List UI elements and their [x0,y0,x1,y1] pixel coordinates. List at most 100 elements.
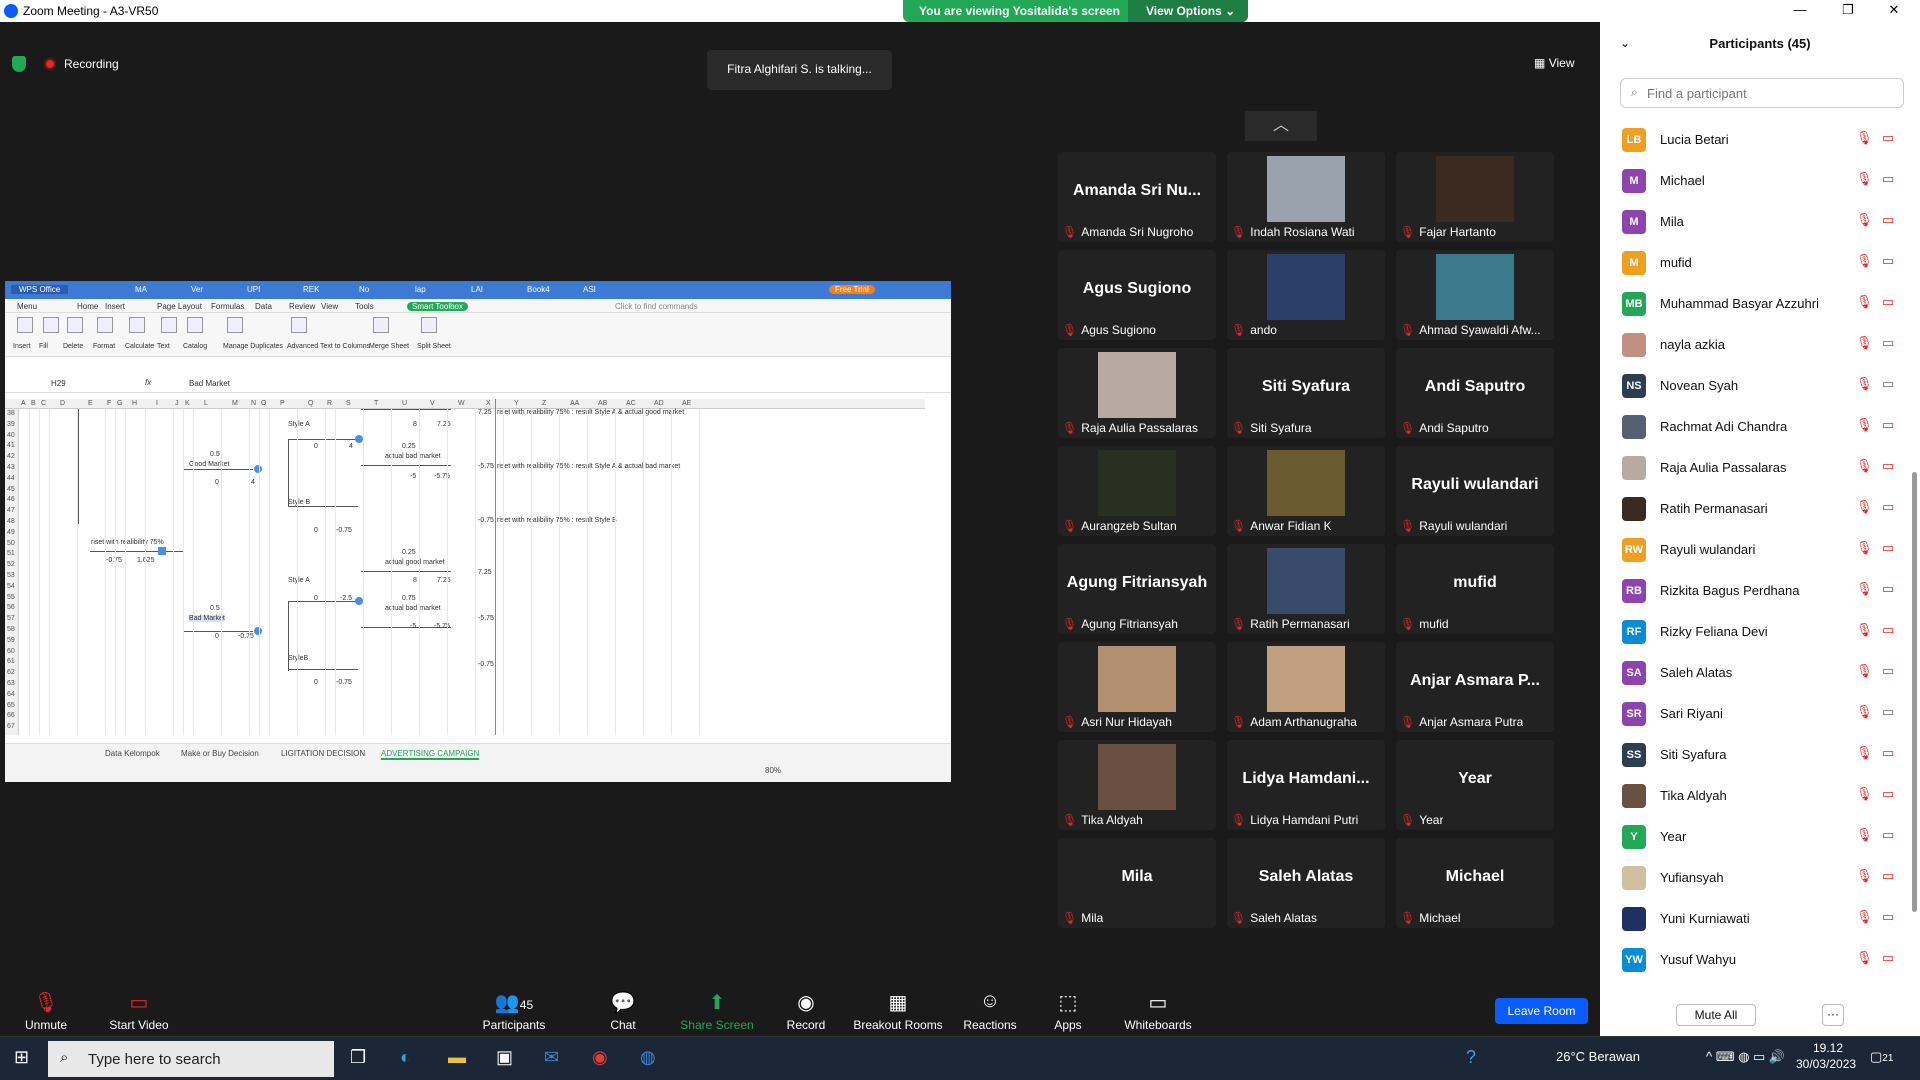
mail-icon[interactable]: ✉ [544,1047,559,1068]
cell[interactable]: 0 [215,479,219,486]
participant-search-input[interactable]: ⌕ Find a participant [1620,78,1904,108]
video-tile[interactable]: 🎙 Raja Aulia Passalaras [1058,348,1216,438]
sheet-tab[interactable]: LIGITATION DECISION [281,749,365,758]
sheet-tab[interactable]: Make or Buy Decision [181,749,259,758]
column-header[interactable]: O [261,400,266,407]
row-header[interactable]: 60 [7,648,15,655]
ribbon-button[interactable]: Calculate [125,343,154,350]
ribbon-button[interactable]: Insert [13,343,31,350]
mic-muted-icon[interactable]: 🎙 [1856,130,1873,146]
column-header[interactable]: G [117,400,122,407]
sheet-grid[interactable]: A B C D E F G H I J K L M N O P Q R S T U V W X Y Z AA AB AC AD AE 38 3… [5,399,925,735]
column-header[interactable]: K [185,400,190,407]
menu-item[interactable]: Menu [17,302,37,311]
ribbon-tool-icon[interactable] [67,317,83,333]
row-header[interactable]: 49 [7,529,15,536]
view-options-button[interactable]: View Options ⌄ [1128,0,1248,22]
mic-muted-icon[interactable]: 🎙 [1856,868,1873,884]
column-header[interactable]: M [232,400,238,407]
row-header[interactable]: 62 [7,669,15,676]
column-header[interactable]: V [430,400,435,407]
cell[interactable]: 0.25 [402,549,416,556]
video-off-icon[interactable]: ▭ [1882,212,1894,228]
row-header[interactable]: 64 [7,691,15,698]
share-screen-button[interactable]: ⬆ Share Screen [680,990,754,1032]
row-header[interactable]: 38 [7,410,15,417]
video-off-icon[interactable]: ▭ [1882,253,1894,269]
cell[interactable]: -0.75 [336,527,352,534]
row-header[interactable]: 53 [7,572,15,579]
ribbon-tool-icon[interactable] [421,317,437,333]
participant-item[interactable]: Mmufid 🎙 ▭ [1600,241,1910,282]
ribbon-button[interactable]: Text [157,343,170,350]
find-commands[interactable]: Click to find commands [615,302,698,311]
ribbon-button[interactable]: Fill [39,343,48,350]
weather[interactable]: 26°C Berawan [1556,1049,1640,1064]
mic-muted-icon[interactable]: 🎙 [1856,458,1873,474]
column-header[interactable]: S [346,400,351,407]
row-header[interactable]: 40 [7,432,15,439]
video-tile[interactable]: 🎙 Anwar Fidian K [1227,446,1385,536]
video-off-icon[interactable]: ▭ [1882,827,1894,843]
video-tile[interactable]: mufid 🎙 mufid [1396,544,1554,634]
cell[interactable]: 4 [251,479,255,486]
video-off-icon[interactable]: ▭ [1882,499,1894,515]
mic-muted-icon[interactable]: 🎙 [1856,704,1873,720]
menu-item[interactable]: Formulas [211,302,244,311]
cell[interactable]: 7.25 [478,409,492,416]
cell[interactable]: -5.75 [478,463,494,470]
file-tab[interactable]: lap [415,285,426,294]
mic-muted-icon[interactable]: 🎙 [1856,786,1873,802]
file-explorer-icon[interactable]: ▬ [448,1047,466,1068]
mic-muted-icon[interactable]: 🎙 [1856,581,1873,597]
mic-muted-icon[interactable]: 🎙 [1856,171,1873,187]
cell[interactable]: -5.75 [478,615,494,622]
column-header[interactable]: F [107,400,111,407]
breakout-rooms-button[interactable]: ▦ Breakout Rooms [853,990,943,1032]
ribbon-button[interactable]: Format [93,343,115,350]
ribbon-tool-icon[interactable] [227,317,243,333]
ribbon-button[interactable]: Manage Duplicates [223,343,283,350]
video-off-icon[interactable]: ▭ [1882,786,1894,802]
free-trial-badge[interactable]: Free Trial [829,285,875,294]
video-tile[interactable]: 🎙 Ratih Permanasari [1227,544,1385,634]
participant-item[interactable]: Yuni Kurniawati 🎙 ▭ [1600,897,1910,938]
video-tile[interactable]: 🎙 Ahmad Syawaldi Afw... [1396,250,1554,340]
cell[interactable]: Style B [288,499,310,506]
participant-item[interactable]: Raja Aulia Passalaras 🎙 ▭ [1600,446,1910,487]
menu-item[interactable]: View [321,302,338,311]
cell[interactable]: 0.5 [210,451,220,458]
cell[interactable]: -0.75 [478,517,494,524]
row-header[interactable]: 52 [7,561,15,568]
cell[interactable]: -0.75 [238,633,254,640]
ribbon-tool-icon[interactable] [187,317,203,333]
cell[interactable]: -0.75 [478,661,494,668]
chat-button[interactable]: 💬 Chat [605,990,641,1032]
participant-item[interactable]: M Michael 🎙 ▭ [1600,159,1910,200]
file-tab[interactable]: LAI [471,285,483,294]
cell[interactable]: StyleB [288,655,308,662]
participants-button[interactable]: 👥45 Participants [478,990,550,1032]
row-header[interactable]: 66 [7,712,15,719]
zoom-level[interactable]: 80% [765,766,781,775]
cell[interactable]: -5 [410,473,416,480]
column-header[interactable]: P [280,400,285,407]
cell[interactable]: 0 [314,595,318,602]
column-header[interactable]: B [31,400,36,407]
ribbon-tool-icon[interactable] [129,317,145,333]
row-header[interactable]: 46 [7,496,15,503]
video-on-icon[interactable]: ▭ [1882,376,1894,392]
zoom-taskbar-icon[interactable]: ◍ [640,1047,656,1068]
leave-room-button[interactable]: Leave Room [1495,998,1588,1024]
column-header[interactable]: AA [570,400,579,407]
column-header[interactable]: E [88,400,93,407]
row-header[interactable]: 65 [7,702,15,709]
mute-all-button[interactable]: Mute All [1676,1004,1756,1026]
cell[interactable]: 7.25 [437,421,451,428]
menu-item[interactable]: Page Layout [157,302,202,311]
shared-spreadsheet[interactable]: WPS Office MA Ver UPI REK No lap LAI Book4 ASI F… [5,281,951,782]
task-view-icon[interactable]: ❐ [350,1047,366,1068]
tray-icons[interactable]: ^ ⌨ ◍ ▭ 🔊 [1706,1049,1785,1065]
column-header[interactable]: D [60,400,65,407]
participant-item[interactable]: Tika Aldyah 🎙 ▭ [1600,774,1910,815]
